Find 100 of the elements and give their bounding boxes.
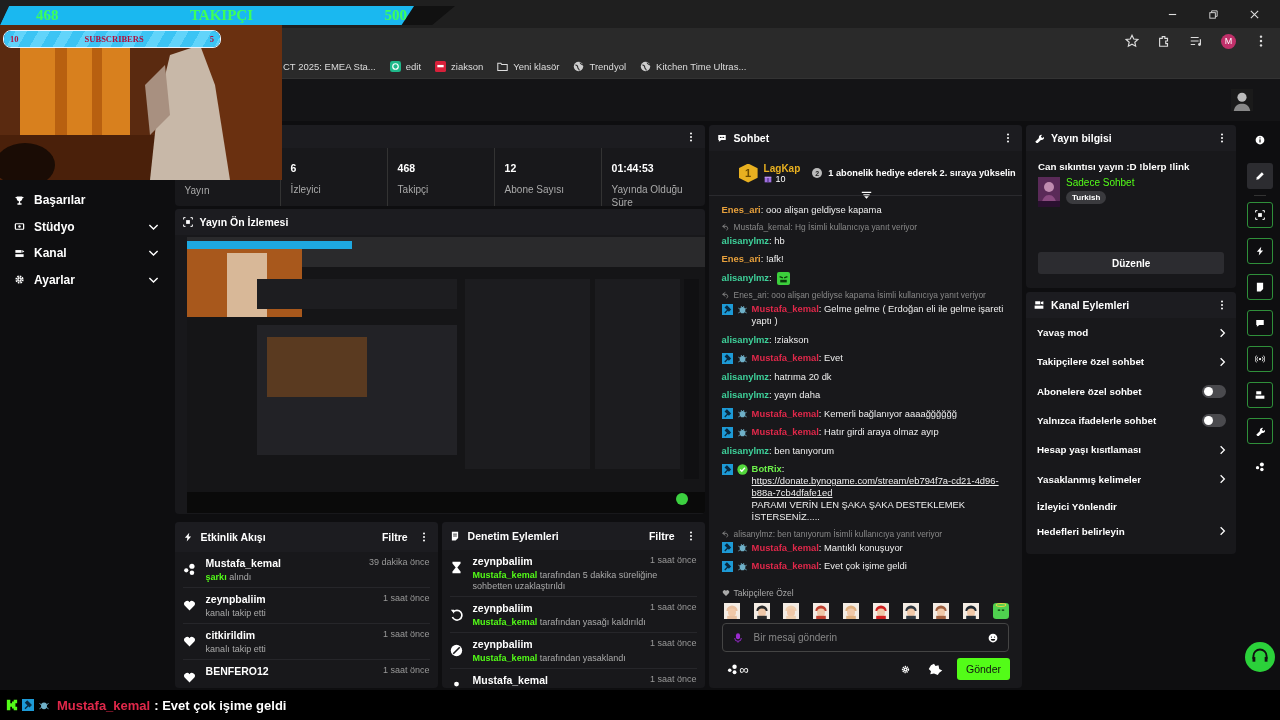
filter-button[interactable]: Filtre (375, 530, 414, 543)
message-input[interactable]: Bir mesaj gönderin (721, 623, 1010, 652)
channel-action-item[interactable]: Yavaş mod (1026, 318, 1237, 348)
emote-icon[interactable] (933, 603, 950, 619)
star-icon[interactable] (1125, 34, 1139, 48)
action-label: Abonelere özel sohbet (1037, 385, 1142, 397)
points-icon[interactable] (726, 663, 738, 675)
channel-action-item[interactable]: Hedefleri belirleyin (1026, 518, 1237, 544)
folder-icon (497, 60, 509, 72)
follower-count: 468 (36, 7, 59, 24)
more-icon[interactable] (421, 531, 426, 542)
support-icon[interactable] (1245, 642, 1276, 672)
action-label: Takipçilere özel sohbet (1037, 356, 1145, 368)
pencil-icon (1255, 171, 1266, 181)
settings-icon[interactable] (901, 664, 910, 674)
more-icon[interactable] (688, 531, 693, 541)
rail-button[interactable] (1247, 163, 1274, 189)
preview-icon (182, 217, 193, 227)
reply-note: Mustafa_kemal: Hg İsimli kullanıcıya yanıt veriyor (733, 220, 917, 233)
close-icon[interactable] (1249, 8, 1260, 20)
collapse-icon[interactable] (860, 191, 872, 200)
emote-icon[interactable] (963, 603, 980, 619)
chat-text: : Evet çok işime geldi (154, 697, 287, 713)
profile-avatar[interactable]: M (1221, 33, 1236, 49)
channel-icon (1255, 390, 1266, 400)
reply-note: alisanylmz: ben tanıyorum İsimli kullanıcıya yanıt veriyor (733, 527, 943, 540)
gift-count: 10 (775, 173, 786, 184)
emote-icon[interactable] (873, 603, 890, 619)
bookmark[interactable]: Yeni klasör (497, 60, 560, 72)
emote-icon[interactable] (813, 603, 830, 619)
more-icon[interactable] (1220, 133, 1225, 143)
username: zeynpbaliim (472, 555, 533, 567)
sidebar-item[interactable]: Ayarlar (0, 266, 171, 293)
media-icon[interactable] (1189, 34, 1203, 48)
emote-icon[interactable] (783, 603, 800, 619)
donation-link[interactable]: https://donate.bynogame.com/stream/eb794f7a-cd21-4d96-b88a-7cb4dfafe1ed (751, 475, 1011, 499)
channel-avatar[interactable] (1231, 89, 1253, 111)
sidebar-item[interactable]: Kanal (0, 240, 171, 267)
emote-icon[interactable] (753, 603, 770, 619)
channel-action-item[interactable]: Takipçilere özel sohbet (1026, 347, 1237, 377)
stat-value: 468 (397, 161, 417, 175)
timestamp: 1 saat önce (383, 628, 430, 641)
microphone-icon[interactable] (733, 631, 742, 644)
rail-button[interactable] (1247, 274, 1274, 300)
bookmark[interactable]: Kitchen Time Ultras... (640, 60, 747, 72)
bookmark[interactable]: Trendyol (573, 60, 627, 72)
send-button[interactable]: Gönder (957, 658, 1011, 680)
sidebar-item[interactable]: Başarılar (0, 187, 171, 214)
timestamp: 1 saat önce (383, 592, 430, 605)
stat-value: 01:44:53 (611, 161, 655, 175)
emote-icon[interactable] (903, 603, 920, 619)
extensions-icon[interactable] (1157, 34, 1171, 48)
language-tag: Turkish (1066, 191, 1107, 204)
edit-button[interactable]: Düzenle (1038, 252, 1225, 274)
bookmark[interactable]: ziakson (435, 60, 484, 72)
k-logo-icon (6, 699, 18, 711)
goal-label: TAKIPÇI (189, 7, 254, 24)
channel-action-item[interactable]: Yasaklanmış kelimeler (1026, 464, 1237, 494)
moderation-text: Mustafa_kemal tarafından yasaklandı (472, 653, 627, 664)
toggle-switch[interactable] (1202, 414, 1227, 428)
emoji-icon[interactable] (988, 632, 999, 643)
more-icon[interactable] (688, 131, 693, 142)
timestamp: 1 saat önce (383, 664, 430, 677)
more-icon[interactable] (1006, 133, 1011, 143)
action-label: Hedefleri belirleyin (1037, 525, 1125, 537)
activity-text: kanalı takip etti (205, 607, 267, 619)
puzzle-icon[interactable] (928, 663, 943, 675)
rail-button[interactable] (1247, 202, 1274, 228)
more-icon[interactable] (1220, 300, 1225, 310)
gift-icon (763, 174, 772, 183)
channel-action-item[interactable]: Hesap yaşı kısıtlaması (1026, 435, 1237, 465)
channel-action-item[interactable]: Abonelere özel sohbet (1026, 376, 1237, 406)
toggle-switch[interactable] (1202, 384, 1227, 398)
chat-message: alisanylmz: hb (721, 234, 786, 247)
moderator-badge-icon (22, 699, 34, 711)
chat-username: Mustafa_kemal (57, 697, 151, 713)
restore-icon[interactable] (1208, 8, 1219, 20)
rail-button[interactable] (1247, 346, 1274, 372)
bookmark[interactable]: edit (389, 60, 422, 72)
bookmark[interactable]: CT 2025: EMEA Sta... (283, 60, 376, 72)
channel-action-item[interactable]: İzleyici Yönlendir (1026, 493, 1237, 519)
emote-icon[interactable] (843, 603, 860, 619)
chat-message: Mustafa_kemal: Evet (751, 352, 844, 364)
emote-icon[interactable] (723, 603, 740, 619)
username: zeynpbaliim (472, 638, 533, 650)
moderation-text: Mustafa_kemal tarafından yasağı kaldırıldı (472, 617, 647, 628)
sidebar-item[interactable]: Stüdyo (0, 213, 171, 240)
emote-icon[interactable] (993, 603, 1010, 619)
rail-button[interactable] (1247, 310, 1274, 336)
message-field[interactable]: Bir mesaj gönderin (751, 631, 979, 644)
goal-target: 5 (209, 34, 214, 44)
rail-button[interactable] (1247, 418, 1274, 444)
filter-button[interactable]: Filtre (642, 530, 681, 542)
rail-button[interactable] (1247, 382, 1274, 408)
channel-action-item[interactable]: Yalnızca ifadelerle sohbet (1026, 405, 1237, 436)
chat-message: Mustafa_kemal: Evet çok işime geldi (751, 560, 908, 572)
chat-icon (716, 133, 727, 143)
category-link[interactable]: Sadece Sohbet (1066, 177, 1135, 188)
username: citkirildim (205, 628, 256, 641)
rail-button[interactable] (1247, 238, 1274, 264)
